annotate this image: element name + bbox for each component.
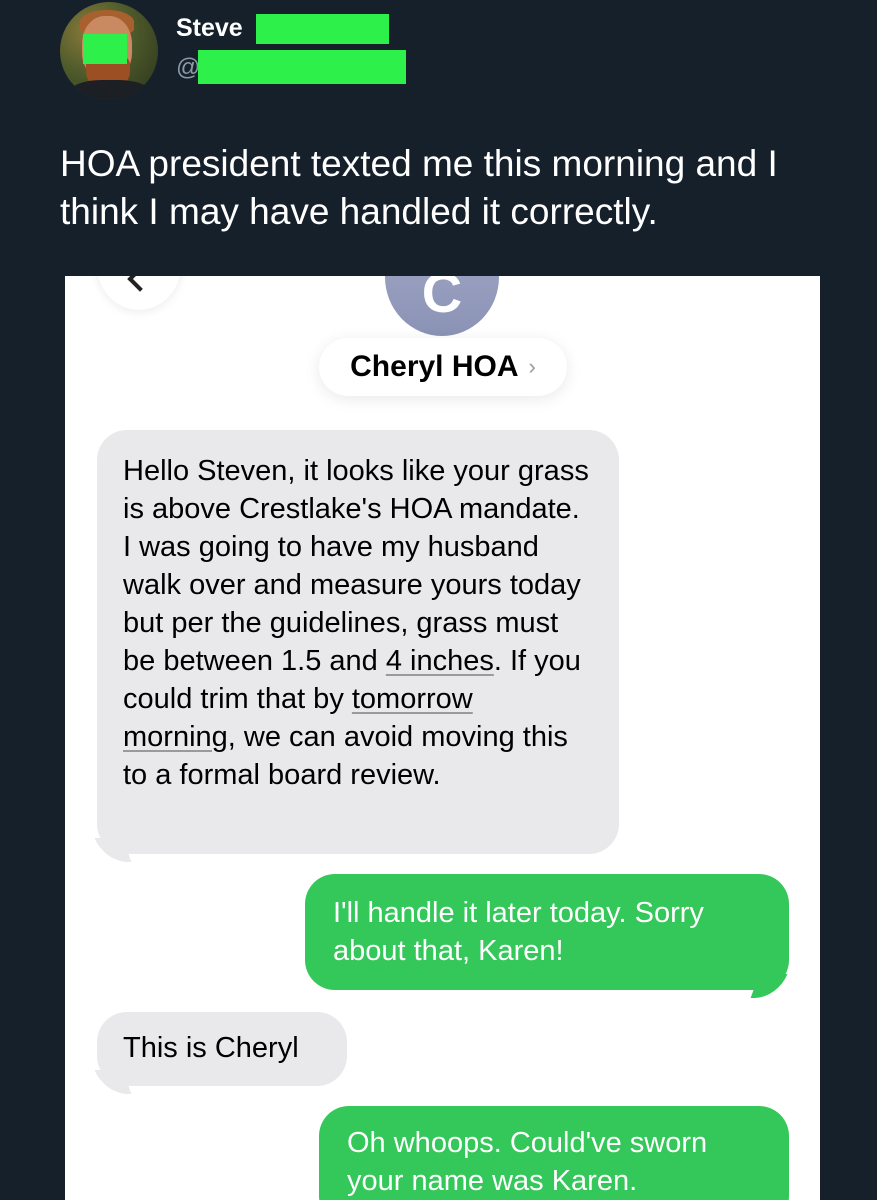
- avatar-shirt: [70, 80, 150, 100]
- message-bubble-incoming: This is Cheryl: [97, 1012, 347, 1086]
- chevron-right-icon: ›: [528, 354, 536, 379]
- message-bubble-outgoing: I'll handle it later today. Sorry about …: [305, 874, 789, 990]
- contact-avatar: C: [385, 276, 499, 336]
- back-chevron-icon: [127, 276, 153, 292]
- back-button: [97, 276, 181, 310]
- detected-link-measurement: 4 inches: [385, 645, 494, 677]
- message-screenshot: C Cheryl HOA › Hello Steven, it looks li…: [65, 276, 820, 1200]
- user-handle[interactable]: @: [176, 54, 200, 82]
- message-bubble-outgoing: Oh whoops. Could've sworn your name was …: [319, 1106, 789, 1200]
- handle-redaction: [198, 50, 406, 84]
- message-text: Hello Steven, it looks like your grass i…: [123, 455, 589, 677]
- message-bubble-incoming: Hello Steven, it looks like your grass i…: [97, 430, 619, 854]
- contact-name-pill: Cheryl HOA ›: [319, 338, 567, 396]
- display-name[interactable]: Steve: [176, 14, 243, 43]
- avatar-redaction: [83, 34, 127, 64]
- contact-name: Cheryl HOA: [350, 350, 519, 383]
- display-name-redaction: [256, 14, 389, 44]
- tweet-text: HOA president texted me this morning and…: [60, 143, 778, 232]
